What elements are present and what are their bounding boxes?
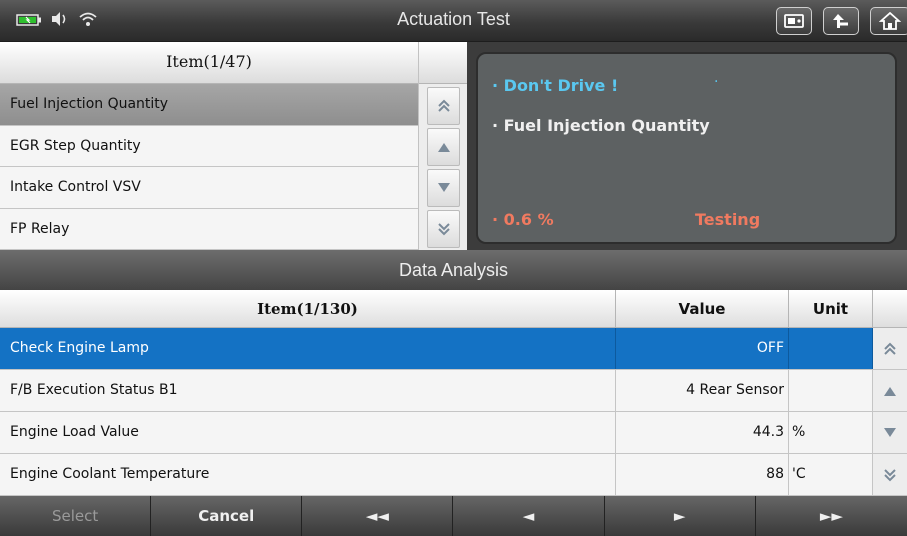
row-name: Engine Load Value [0, 412, 616, 453]
row-name: F/B Execution Status B1 [0, 370, 616, 411]
table-scroll-page-up-button[interactable] [873, 328, 907, 369]
scrollbar-header [419, 42, 467, 84]
actuation-item-list: Item(1/47) Fuel Injection Quantity EGR S… [0, 42, 418, 250]
actuation-list-scrollbar [418, 42, 467, 250]
status-display: · Don't Drive ! · · Fuel Injection Quant… [476, 52, 897, 244]
scroll-page-up-button[interactable] [427, 87, 460, 125]
home-icon [879, 12, 901, 30]
double-chevron-down-icon [437, 223, 450, 236]
table-row[interactable]: Engine Coolant Temperature 88 'C [0, 454, 907, 496]
row-value: 88 [616, 454, 789, 495]
row-unit: % [789, 412, 873, 453]
actuation-list-header: Item(1/47) [0, 42, 418, 84]
status-panel: · Don't Drive ! · · Fuel Injection Quant… [467, 42, 907, 250]
select-button[interactable]: Select [0, 496, 152, 536]
test-status: Testing [695, 210, 761, 229]
triangle-down-icon [884, 427, 896, 437]
triangle-down-icon [437, 183, 450, 192]
row-name: Check Engine Lamp [0, 328, 616, 369]
scroll-up-button[interactable] [427, 128, 460, 166]
cancel-button[interactable]: Cancel [151, 496, 303, 536]
actuation-item[interactable]: EGR Step Quantity [0, 125, 418, 167]
scroll-page-down-button[interactable] [427, 210, 460, 248]
table-scroll-page-down-button[interactable] [873, 454, 907, 495]
scroll-down-button[interactable] [427, 169, 460, 207]
next-button[interactable]: ► [604, 496, 756, 536]
last-page-button[interactable]: ►► [755, 496, 907, 536]
back-arrow-icon [833, 14, 848, 28]
table-scroll-down-button[interactable] [873, 412, 907, 453]
triangle-up-icon [884, 386, 896, 396]
screenshot-button[interactable] [776, 7, 812, 35]
double-chevron-down-icon [884, 468, 896, 481]
double-chevron-up-icon [884, 342, 896, 355]
warning-dot: · [714, 74, 719, 90]
column-header-unit: Unit [789, 290, 873, 328]
row-value: 44.3 [616, 412, 789, 453]
back-button[interactable] [823, 7, 859, 35]
app-title: Actuation Test [397, 9, 510, 29]
triangle-up-icon [437, 143, 450, 152]
warning-text: · Don't Drive ! [492, 76, 619, 95]
column-header-value: Value [616, 290, 789, 328]
first-page-button[interactable]: ◄◄ [302, 496, 454, 536]
column-header-item: Item(1/130) [0, 290, 616, 328]
row-unit [789, 328, 873, 369]
double-chevron-up-icon [437, 99, 450, 112]
table-header: Item(1/130) Value Unit [0, 290, 907, 328]
test-item-name: · Fuel Injection Quantity [492, 116, 710, 135]
previous-button[interactable]: ◄ [453, 496, 605, 536]
test-value: · 0.6 % [492, 210, 554, 229]
row-value: 4 Rear Sensor [616, 370, 789, 411]
bottom-toolbar: Select Cancel ◄◄ ◄ ► ►► [0, 496, 907, 536]
row-name: Engine Coolant Temperature [0, 454, 616, 495]
row-value: OFF [616, 328, 789, 369]
table-row[interactable]: F/B Execution Status B1 4 Rear Sensor [0, 370, 907, 412]
data-analysis-table: Item(1/130) Value Unit Check Engine Lamp… [0, 290, 907, 496]
table-scroll-up-button[interactable] [873, 370, 907, 411]
actuation-item[interactable]: Fuel Injection Quantity [0, 84, 418, 126]
table-row[interactable]: Check Engine Lamp OFF [0, 328, 907, 370]
title-bar: Actuation Test [0, 0, 907, 42]
actuation-item[interactable]: Intake Control VSV [0, 167, 418, 209]
section-title: Data Analysis [0, 250, 907, 290]
actuation-item[interactable]: FP Relay [0, 208, 418, 250]
row-unit: 'C [789, 454, 873, 495]
home-button[interactable] [870, 7, 907, 35]
row-unit [789, 370, 873, 411]
column-header-scroll [873, 290, 907, 328]
table-row[interactable]: Engine Load Value 44.3 % [0, 412, 907, 454]
screenshot-icon [784, 14, 804, 28]
